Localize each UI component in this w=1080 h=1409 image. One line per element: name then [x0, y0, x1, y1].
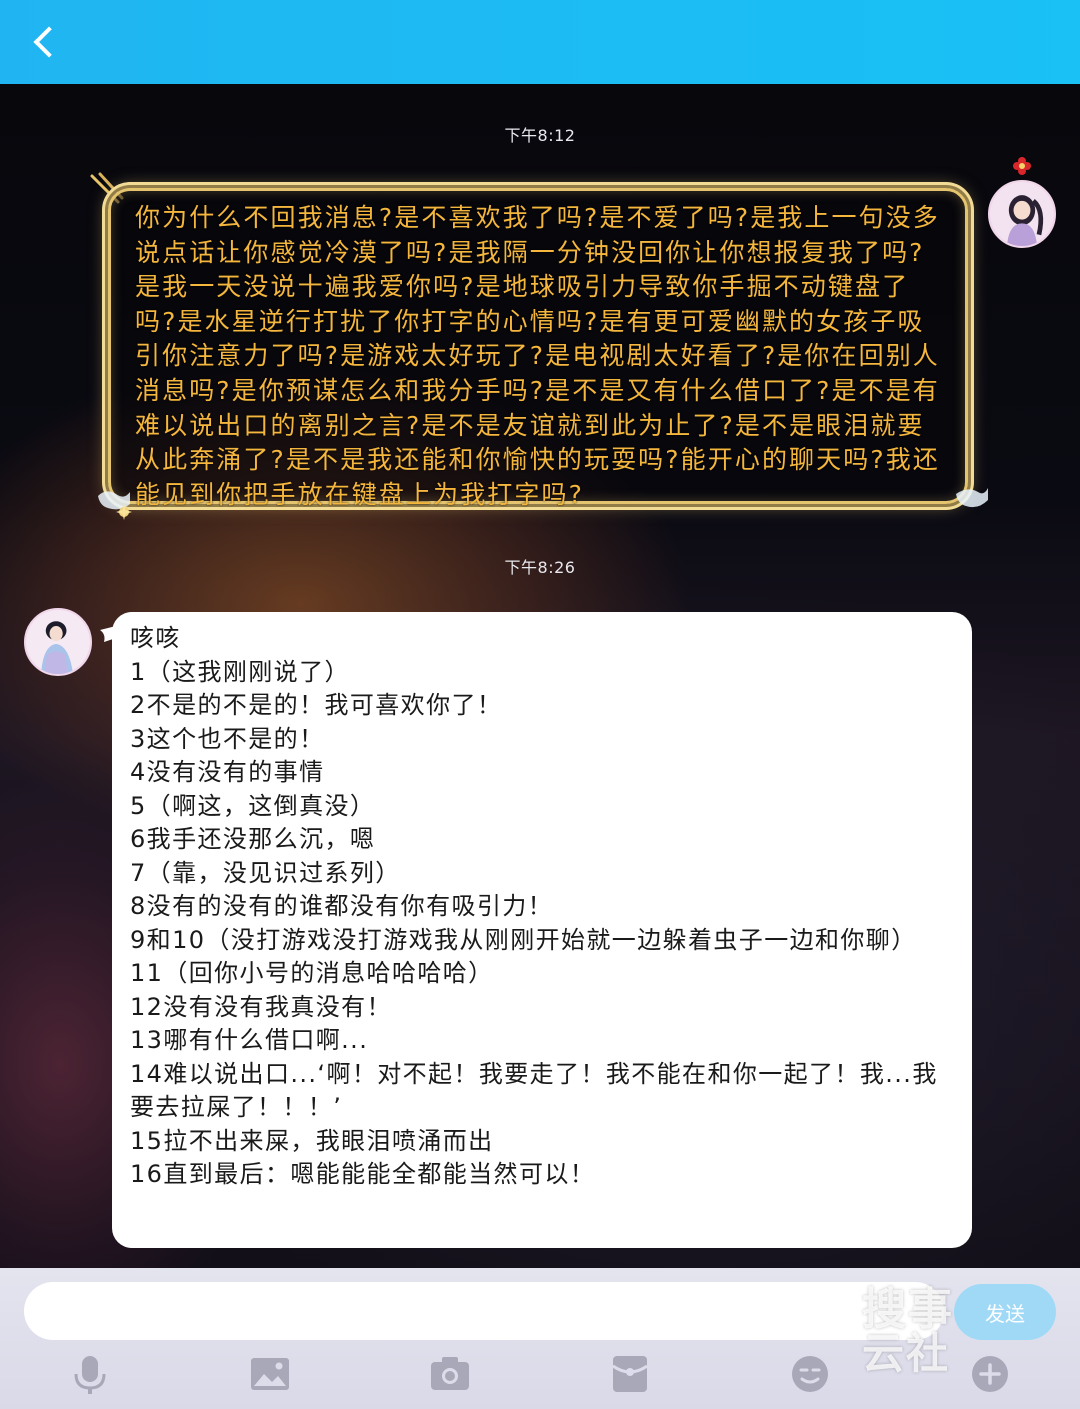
watermark-line: 搜事	[862, 1284, 954, 1335]
message-line: 5（啊这，这倒真没）	[130, 791, 376, 820]
message-timestamp: 下午8:26	[504, 558, 576, 577]
flower-badge-icon	[1013, 157, 1031, 175]
back-button[interactable]	[18, 16, 70, 68]
image-icon[interactable]	[248, 1352, 292, 1396]
emoji-icon[interactable]	[788, 1352, 832, 1396]
message-line: 4没有没有的事情	[130, 758, 325, 786]
message-line: 1（这我刚刚说了）	[130, 657, 350, 686]
message-line: 15拉不出来屎，我眼泪喷涌而出	[130, 1126, 494, 1155]
microphone-icon[interactable]	[68, 1352, 112, 1396]
my-avatar[interactable]	[988, 180, 1056, 248]
message-line: 13哪有什么借口啊...	[130, 1026, 369, 1054]
message-line: 6我手还没那么沉，嗯	[130, 825, 376, 853]
message-line: 16直到最后：嗯能能能全都能当然可以！	[130, 1160, 596, 1188]
watermark-line: 云社	[862, 1329, 951, 1378]
red-packet-icon[interactable]	[608, 1352, 652, 1396]
bubble-corner-decoration-icon	[956, 488, 988, 508]
title-bar	[0, 0, 1080, 84]
camera-icon[interactable]	[428, 1352, 472, 1396]
bubble-corner-decoration-icon	[98, 491, 132, 520]
message-line: 14难以说出口...‘啊！对不起！我要走了！我不能在和你一起了！我...我要去拉…	[130, 1059, 938, 1122]
contact-avatar[interactable]	[24, 608, 92, 676]
message-line: 8没有的没有的谁都没有你有吸引力！	[130, 892, 554, 920]
outgoing-message-bubble[interactable]: 你为什么不回我消息?是不喜欢我了吗?是不爱了吗?是我上一句没多说点话让你感觉冷漠…	[108, 188, 968, 509]
message-line: 咳咳	[130, 624, 181, 652]
incoming-message-bubble[interactable]: 咳咳 1（这我刚刚说了） 2不是的不是的！我可喜欢你了！ 3这个也不是的！ 4没…	[112, 612, 972, 1248]
message-line: 12没有没有我真没有！	[130, 992, 392, 1021]
chat-area[interactable]: 下午8:12 你为什么不回我消息?是不喜欢我了吗?是不爱了吗?是我上一句没多说点…	[0, 84, 1080, 1268]
message-line: 9和10（没打游戏没打游戏我从刚刚开始就一边躲着虫子一边和你聊）	[130, 925, 917, 954]
message-input[interactable]	[24, 1282, 944, 1340]
message-line: 7（靠，没见识过系列）	[130, 858, 401, 887]
message-line: 2不是的不是的！我可喜欢你了！	[130, 691, 503, 719]
watermark-logo: 搜事 云社	[862, 1288, 1062, 1378]
message-timestamp: 下午8:12	[504, 126, 576, 145]
message-line: 3这个也不是的！	[130, 724, 325, 753]
outgoing-message-text: 你为什么不回我消息?是不喜欢我了吗?是不爱了吗?是我上一句没多说点话让你感觉冷漠…	[135, 203, 940, 509]
chevron-left-icon	[33, 26, 65, 58]
message-line: 11（回你小号的消息哈哈哈哈）	[130, 959, 494, 987]
